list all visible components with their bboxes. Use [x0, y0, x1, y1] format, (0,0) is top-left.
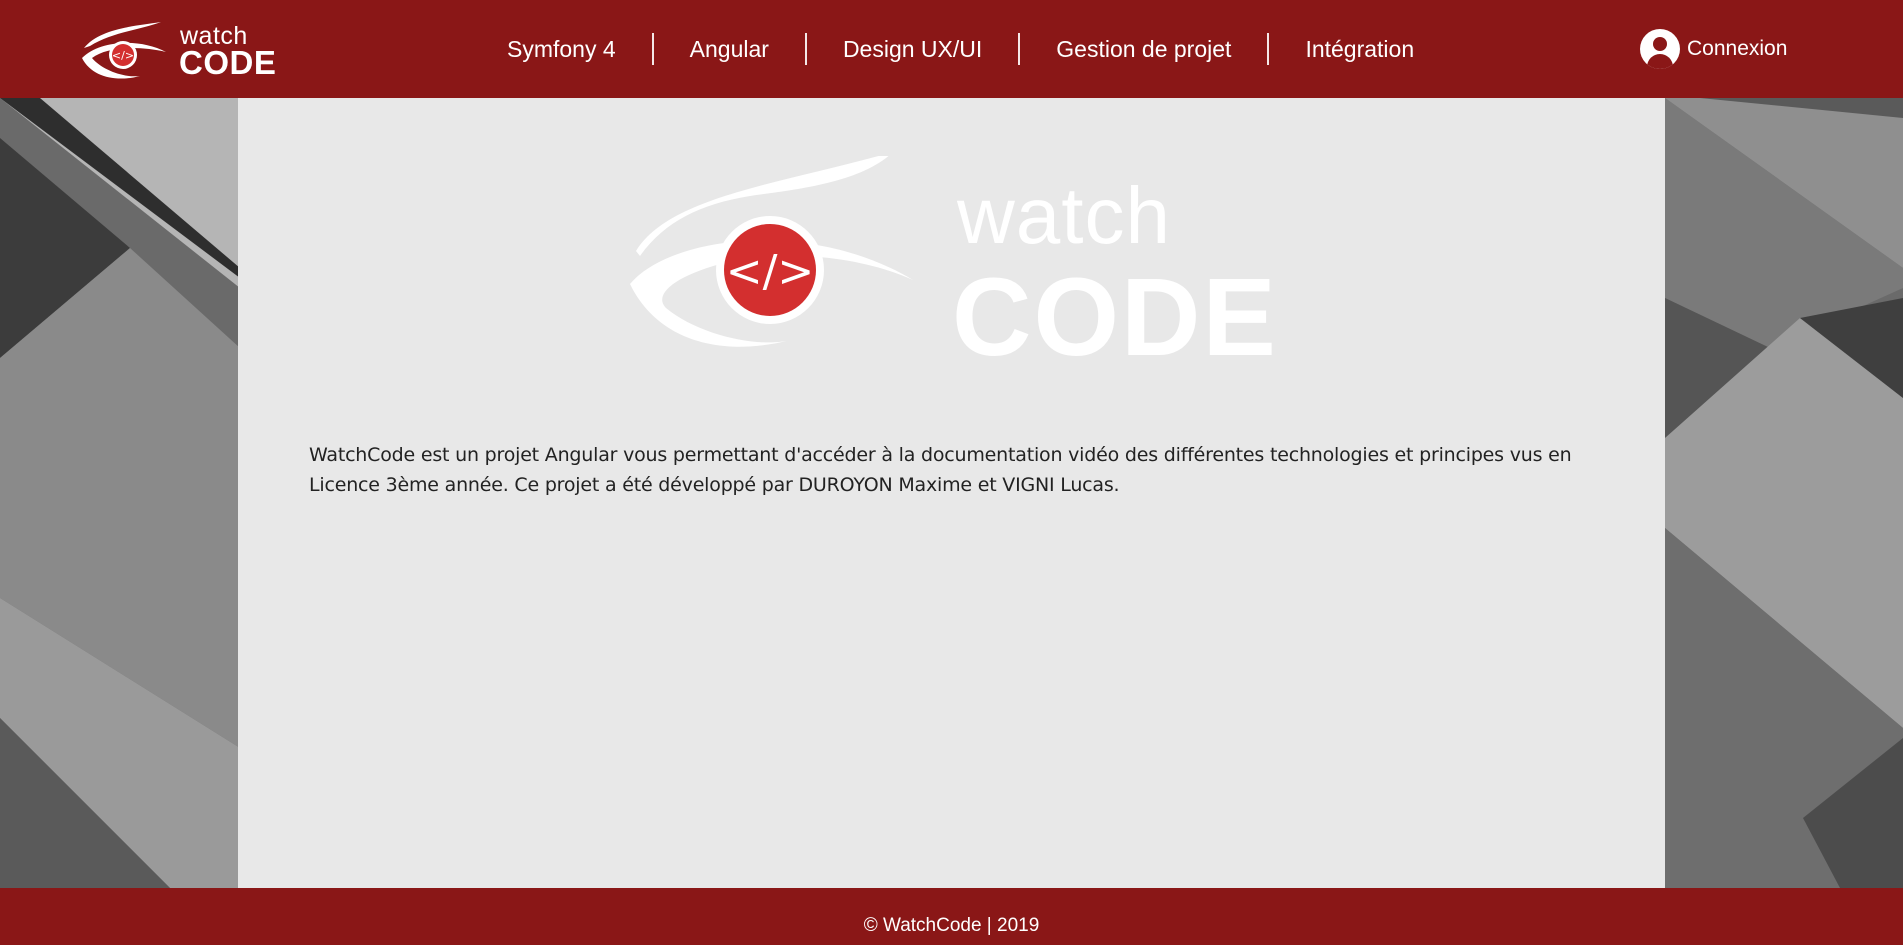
hero-logo: </> watch CODE [630, 156, 1276, 379]
hero-text-watch: watch [957, 171, 1171, 260]
nav-item-symfony[interactable]: Symfony 4 [471, 33, 652, 65]
nav-item-design[interactable]: Design UX/UI [804, 33, 1018, 65]
top-navbar: </> watch CODE Symfony 4 Angular Design … [0, 0, 1903, 98]
footer: © WatchCode | 2019 [0, 888, 1903, 945]
main-nav: Symfony 4 Angular Design UX/UI Gestion d… [471, 0, 1450, 98]
brand-text-code: CODE [179, 44, 277, 81]
nav-item-integration[interactable]: Intégration [1267, 33, 1450, 65]
project-description: WatchCode est un projet Angular vous per… [309, 444, 1572, 496]
main-content-panel: </> watch CODE WatchCode est un projet A… [238, 98, 1665, 888]
login-label: Connexion [1687, 37, 1788, 60]
svg-text:</>: </> [112, 49, 134, 62]
user-circle-icon [1640, 29, 1680, 69]
hero-text-code: CODE [952, 256, 1278, 379]
svg-text:</>: </> [726, 246, 815, 297]
footer-copyright: © WatchCode | 2019 [863, 915, 1040, 936]
brand-logo-link[interactable]: </> watch CODE [78, 18, 278, 82]
login-button[interactable]: Connexion [1640, 28, 1787, 70]
eye-code-icon: </> [630, 156, 913, 347]
eye-code-icon: </> [82, 22, 166, 79]
nav-item-angular[interactable]: Angular [651, 33, 805, 65]
nav-item-project-management[interactable]: Gestion de projet [1018, 33, 1267, 65]
